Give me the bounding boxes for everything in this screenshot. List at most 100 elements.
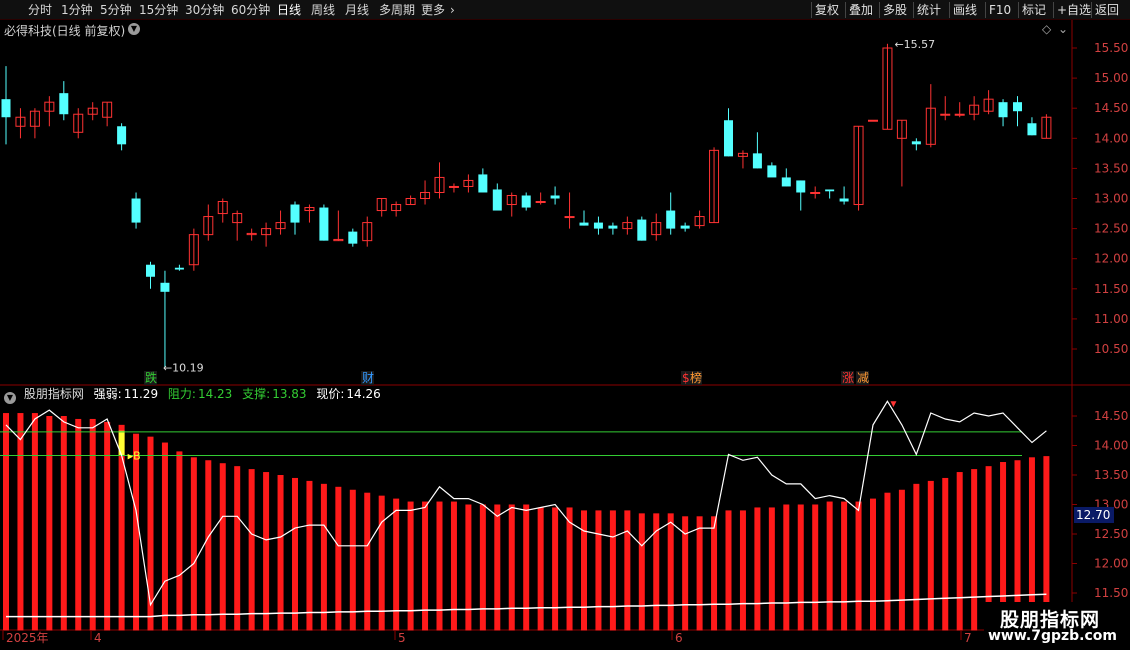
diamond-icon[interactable]: ◇ <box>1042 22 1051 36</box>
toolbar-item-6[interactable]: 日线 <box>277 2 301 18</box>
candle-body <box>448 185 459 188</box>
candle-body <box>160 282 170 292</box>
candle-body <box>825 189 835 192</box>
chevron-down-icon[interactable]: ▼ <box>128 23 140 35</box>
candle-body <box>839 198 849 202</box>
candle-body <box>521 195 531 208</box>
candle-body <box>868 119 878 122</box>
indicator-bar <box>624 510 631 631</box>
y-tick-label: 14.50 <box>1094 101 1128 115</box>
candle-body <box>998 102 1008 118</box>
event-tag: 减 <box>857 371 869 385</box>
toolbar: 分时 1分钟 5分钟 15分钟 30分钟 60分钟 日线 周线 月线 多周期 更多 › 复权 叠加 多股 统计… <box>0 0 1130 20</box>
toolbar-item-5[interactable]: 60分钟 <box>231 2 270 18</box>
resist-value: 14.23 <box>197 387 233 401</box>
toolbar-item-3[interactable]: 15分钟 <box>139 2 178 18</box>
indicator-bar <box>739 510 746 631</box>
kline-chart[interactable]: 15.50 15.00 14.50 14.00 13.50 13.00 12.50 12.00… <box>0 20 1130 650</box>
event-tag: 涨 <box>842 370 854 385</box>
candle-body <box>348 231 358 244</box>
candle-body <box>564 216 575 219</box>
candle-body <box>1027 123 1037 136</box>
toolbar-separator <box>845 2 846 18</box>
candle-body <box>796 180 806 193</box>
candle-body <box>637 219 647 241</box>
toolbar-item-0[interactable]: 分时 <box>28 2 52 18</box>
indicator-bar <box>479 504 486 631</box>
toolbar-item-10[interactable]: 更多 <box>421 2 445 18</box>
toolbar-separator <box>1091 2 1092 18</box>
chevron-down-icon[interactable]: ⌄ <box>1058 22 1068 36</box>
candle-body <box>1013 102 1022 112</box>
toolbar-item-1[interactable]: 1分钟 <box>61 2 93 18</box>
candle-body <box>1 99 11 118</box>
low-price-label: ←10.19 <box>163 362 204 375</box>
y-tick-label: 13.50 <box>1094 161 1128 175</box>
candle-body <box>59 93 69 115</box>
indicator-bar <box>812 504 819 631</box>
toolbar-right-item-4[interactable]: 画线 <box>953 2 977 18</box>
price-value: 14.26 <box>346 387 381 401</box>
toolbar-item-2[interactable]: 5分钟 <box>100 2 132 18</box>
indicator-bar <box>884 492 891 631</box>
support-label: 支撑: <box>242 387 271 401</box>
candle-body <box>940 113 951 116</box>
candle-body <box>680 225 690 229</box>
indicator-bar <box>826 501 833 631</box>
ind-y-tick-label: 12.00 <box>1094 557 1128 571</box>
toolbar-right-item-5[interactable]: F10 <box>989 2 1011 18</box>
y-tick-label: 12.50 <box>1094 222 1128 236</box>
candle-body <box>535 201 546 204</box>
ind-y-tick-label: 11.50 <box>1094 586 1128 600</box>
indicator-bar <box>378 495 385 631</box>
candle-body <box>781 177 791 187</box>
toolbar-right-item-6[interactable]: 标记 <box>1022 2 1046 18</box>
indicator-bar <box>176 451 183 631</box>
candle-body <box>290 204 300 223</box>
indicator-bar <box>913 483 920 631</box>
indicator-bar <box>667 513 674 631</box>
indicator-bar <box>46 416 53 631</box>
y-tick-label: 15.50 <box>1094 41 1128 55</box>
indicator-bar <box>31 413 38 631</box>
toolbar-separator <box>1018 2 1019 18</box>
candle-body <box>550 195 560 199</box>
candle-body <box>478 174 488 193</box>
indicator-bar <box>436 501 443 631</box>
chevron-right-icon[interactable]: › <box>450 2 455 18</box>
candle-body <box>810 191 821 194</box>
indicator-bar <box>898 489 905 631</box>
strength-label: 强弱: <box>93 387 122 401</box>
indicator-bar <box>234 466 241 631</box>
toolbar-right-item-7[interactable]: +自选 <box>1057 2 1091 18</box>
candle-body <box>492 189 502 211</box>
indicator-bar <box>841 501 848 631</box>
toolbar-right-item-0[interactable]: 复权 <box>815 2 839 18</box>
y-tick-label: 14.00 <box>1094 131 1128 145</box>
toolbar-right-item-8[interactable]: 返回 <box>1095 2 1119 18</box>
toolbar-right-item-3[interactable]: 统计 <box>917 2 941 18</box>
candle-body <box>608 225 618 229</box>
toolbar-item-7[interactable]: 周线 <box>311 2 335 18</box>
toolbar-separator <box>913 2 914 18</box>
indicator-bar <box>609 510 616 631</box>
ind-y-tick-label: 12.50 <box>1094 527 1128 541</box>
indicator-bar <box>89 418 96 631</box>
indicator-bar <box>927 480 934 631</box>
candle-body <box>767 165 777 178</box>
indicator-bar <box>450 501 457 631</box>
toolbar-item-9[interactable]: 多周期 <box>379 2 415 18</box>
candle-body <box>117 126 127 145</box>
indicator-bar <box>292 477 298 631</box>
y-tick-label: 10.50 <box>1094 342 1128 356</box>
high-price-label: ←15.57 <box>894 38 935 51</box>
indicator-bar <box>870 498 876 631</box>
toolbar-item-4[interactable]: 30分钟 <box>185 2 224 18</box>
toolbar-right-item-1[interactable]: 叠加 <box>849 2 873 18</box>
strength-value: 11.29 <box>123 387 159 401</box>
indicator-bar <box>855 501 862 631</box>
chevron-down-icon[interactable]: ▼ <box>4 392 16 404</box>
toolbar-right-item-2[interactable]: 多股 <box>883 2 907 18</box>
candle-body <box>146 264 155 277</box>
toolbar-item-8[interactable]: 月线 <box>345 2 369 18</box>
